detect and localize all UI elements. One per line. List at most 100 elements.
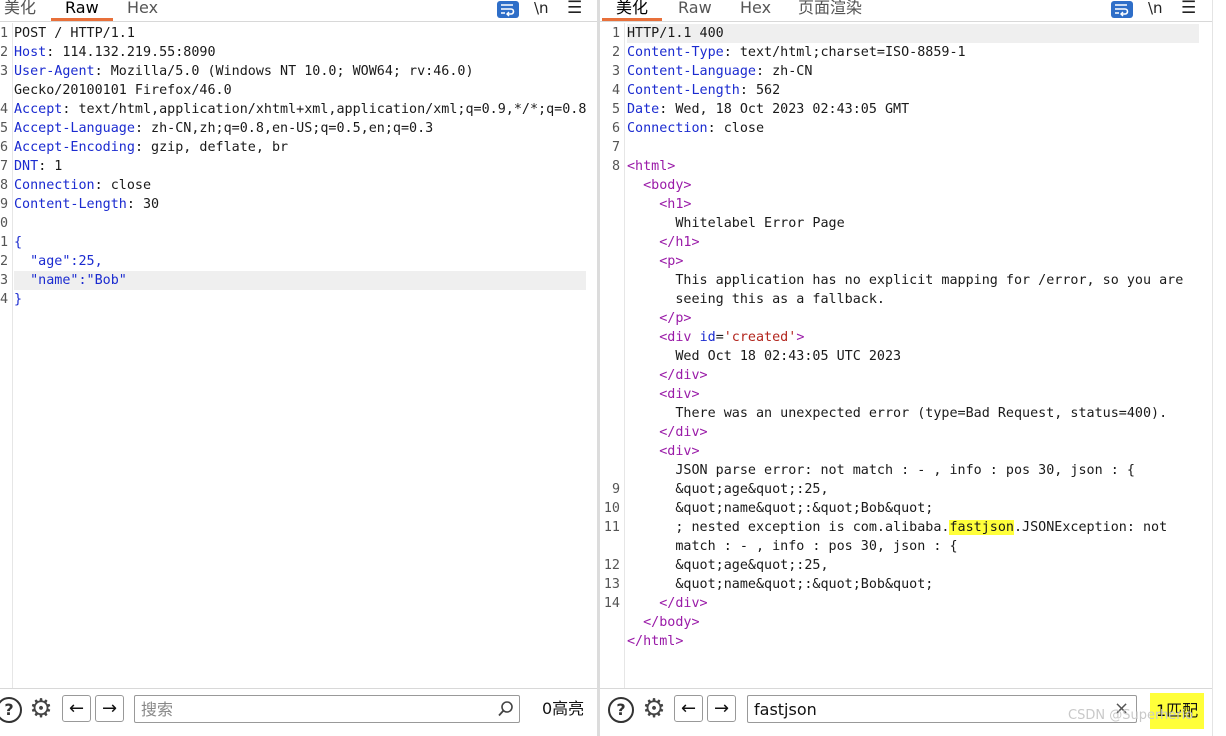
html-tag: <div [659,330,700,345]
code-line: <p> [627,252,683,271]
help-icon[interactable]: ? [608,697,634,723]
code-line: </html> [627,632,683,651]
tab-pretty[interactable]: 美化 [4,0,36,21]
code-line: </div> [627,366,707,385]
line-number: 4 [611,83,620,98]
code-line: Content-Length: 562 [627,83,781,98]
gutter-divider [624,23,625,688]
gear-icon[interactable]: ⚙ [27,695,55,723]
line-number [600,309,620,328]
line-number: 5 [611,102,620,117]
response-tabbar: 美化 Raw Hex 页面渲染 \n ☰ [600,0,1212,22]
header-name: Host [14,45,47,60]
code-line: } [14,290,22,309]
line-number [600,537,620,556]
code-line: This application has no explicit mapping… [627,273,1184,288]
request-search-input[interactable] [141,698,481,720]
line-number: 10 [603,501,620,516]
html-tag: </body> [643,615,700,630]
line-number: 13 [603,577,620,592]
line-number: 3 [0,273,8,288]
request-editor[interactable]: 1 POST / HTTP/1.1 2 Host: 114.132.219.55:80… [0,23,597,688]
line-number: 4 [0,102,8,117]
tab-hex[interactable]: Hex [127,0,158,21]
line-number [0,81,8,100]
code-line: Wed Oct 18 02:43:05 UTC 2023 [627,349,902,364]
line-number: 3 [611,64,620,79]
search-icon[interactable] [497,700,515,718]
hamburger-icon[interactable]: ☰ [567,0,582,18]
line-number [600,423,620,442]
header-name: Connection [14,178,95,193]
line-number: 3 [0,64,8,79]
help-icon[interactable]: ? [0,697,22,723]
request-tabbar: 美化 Raw Hex \n ☰ [0,0,597,22]
code-line: Accept: text/html,application/xhtml+xml,… [14,102,587,117]
code-line: There was an unexpected error (type=Bad … [627,406,1168,421]
line-number: 14 [603,596,620,611]
code-line: <html> [627,157,675,176]
tab-pretty[interactable]: 美化 [601,0,663,21]
code-line: Content-Type: text/html;charset=ISO-8859… [627,45,966,60]
html-tag: > [796,330,805,345]
response-editor[interactable]: 1 HTTP/1.1 400 2 Content-Type: text/html;ch… [600,23,1212,688]
next-button[interactable]: → [707,695,736,722]
code-line: "name":"Bob" [14,271,127,290]
line-number [600,461,620,480]
line-number: 2 [0,45,8,60]
html-tag: <h1> [659,197,692,212]
line-number [600,347,620,366]
search-match: fastjson [949,520,1014,535]
tab-hex[interactable]: Hex [740,0,771,21]
line-number: 11 [603,520,620,535]
header-name: DNT [14,159,39,174]
line-number [600,404,620,423]
header-name: Accept-Language [14,121,135,136]
wrap-lines-icon[interactable] [1111,1,1133,18]
previous-button[interactable]: ← [62,695,91,722]
code-line: Host: 114.132.219.55:8090 [14,45,216,60]
line-number: 0 [0,216,8,231]
code-line: DNT: 1 [14,159,63,174]
gear-icon[interactable]: ⚙ [640,695,668,723]
code-line: "age":25, [14,252,103,271]
response-search-input[interactable] [754,698,1104,720]
line-number [600,233,620,252]
code-line: POST / HTTP/1.1 [14,26,135,41]
tab-raw[interactable]: Raw [678,0,712,21]
side-panel-edge[interactable] [1212,0,1226,736]
header-name: Connection [627,121,708,136]
html-tag: <body> [643,178,692,193]
hamburger-icon[interactable]: ☰ [1181,0,1196,18]
newline-toggle-icon[interactable]: \n [534,0,549,18]
previous-button[interactable]: ← [674,695,703,722]
html-tag: </div> [659,596,708,611]
line-number [600,290,620,309]
code-line: <body> [627,176,692,195]
newline-toggle-icon[interactable]: \n [1148,0,1163,18]
html-str: 'created' [723,330,797,345]
tab-render[interactable]: 页面渲染 [798,0,862,21]
line-number: 7 [0,159,8,174]
line-number: 9 [611,482,620,497]
html-attr: id [699,330,716,345]
line-number: 1 [0,26,8,41]
line-number: 12 [603,558,620,573]
header-name: Content-Length [14,197,127,212]
json-token: { [14,235,23,250]
html-tag: </div> [659,425,708,440]
gutter-divider [12,23,13,688]
code-line: ; nested exception is com.alibaba.fastjs… [627,520,1168,535]
line-number: 1 [0,235,8,250]
json-token: "name":"Bob" [14,273,127,288]
header-name: Accept-Encoding [14,140,135,155]
code-line: &quot;age&quot;:25, [627,482,829,497]
line-number: 1 [611,26,620,41]
tab-raw[interactable]: Raw [51,0,113,21]
html-tag: <html> [627,159,676,174]
next-button[interactable]: → [95,695,124,722]
code-line: Connection: close [627,121,765,136]
line-number [600,328,620,347]
wrap-lines-icon[interactable] [497,1,519,18]
json-token: } [14,292,23,307]
